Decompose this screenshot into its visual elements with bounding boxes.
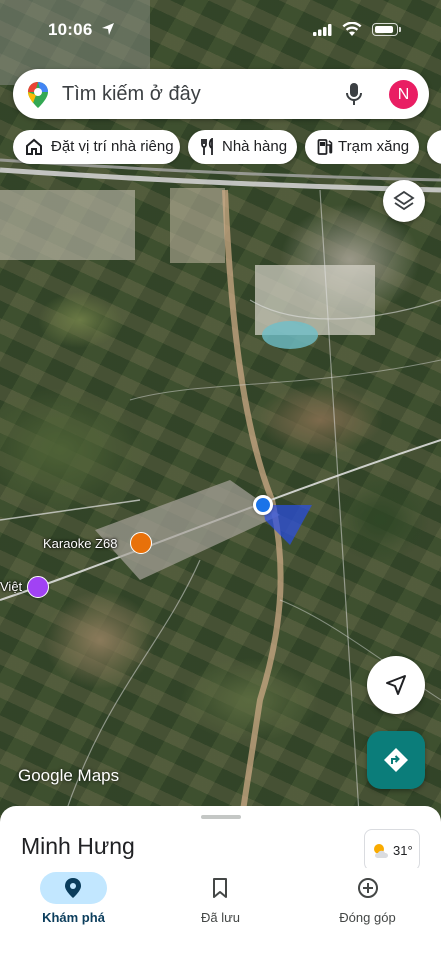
bookmark-icon (213, 878, 227, 898)
google-maps-attribution: Google Maps (18, 766, 120, 785)
nav-tab-explore[interactable]: Khám phá (0, 868, 147, 938)
place-name: Minh Hưng (21, 833, 135, 859)
current-location-dot (253, 495, 273, 515)
status-time: 10:06 (48, 20, 93, 39)
chip-set-home[interactable]: Đặt vị trí nhà riêng (13, 130, 180, 164)
layers-icon (393, 190, 415, 211)
explore-pin-icon (65, 878, 81, 898)
navigation-arrow-icon (386, 675, 406, 695)
home-icon (26, 138, 42, 155)
wifi-icon (342, 22, 362, 36)
my-location-button[interactable] (367, 656, 425, 714)
nav-label: Đã lưu (200, 910, 241, 925)
chip-label: Trạm xăng (338, 138, 410, 155)
poi-label-karaoke[interactable]: Karaoke Z68 (43, 536, 117, 551)
chip-restaurants[interactable]: Nhà hàng (188, 130, 297, 164)
search-bar[interactable]: N (13, 69, 429, 119)
temperature: 31° (393, 843, 413, 858)
restaurant-icon (201, 138, 213, 155)
partly-cloudy-icon (374, 844, 388, 858)
status-bar: 10:06 (0, 14, 441, 46)
nav-label: Khám phá (42, 910, 105, 925)
search-input[interactable] (62, 69, 332, 119)
karaoke-poi-icon[interactable] (130, 532, 152, 554)
weather-chip[interactable]: 31° (364, 829, 420, 871)
gas-station-icon (317, 139, 333, 155)
poi-label-viet[interactable]: Việt (0, 579, 22, 594)
battery-icon (372, 23, 401, 36)
camera-poi-icon[interactable] (27, 576, 49, 598)
account-avatar[interactable]: N (389, 80, 418, 109)
nav-tab-contribute[interactable]: Đóng góp (294, 868, 441, 938)
map-layers-button[interactable] (383, 180, 425, 222)
directions-button[interactable] (367, 731, 425, 789)
chip-gas-stations[interactable]: Trạm xăng (305, 130, 419, 164)
chip-more[interactable] (427, 130, 441, 164)
google-maps-pin-icon (28, 82, 48, 108)
microphone-icon[interactable] (346, 82, 362, 106)
location-arrow-icon (102, 23, 114, 35)
explore-bottom-sheet[interactable]: Minh Hưng 31° (0, 806, 441, 876)
directions-icon (384, 748, 408, 772)
chip-label: Nhà hàng (222, 138, 288, 155)
category-chips: Đặt vị trí nhà riêng Nhà hàng Trạm xăng (13, 130, 441, 164)
add-circle-icon (358, 878, 378, 898)
nav-tab-saved[interactable]: Đã lưu (147, 868, 294, 938)
nav-label: Đóng góp (339, 910, 396, 925)
sheet-drag-handle[interactable] (201, 815, 241, 819)
chip-label: Đặt vị trí nhà riêng (51, 138, 174, 155)
signal-icon (313, 24, 332, 36)
bottom-navigation: Khám phá Đã lưu Đóng góp (0, 868, 441, 960)
